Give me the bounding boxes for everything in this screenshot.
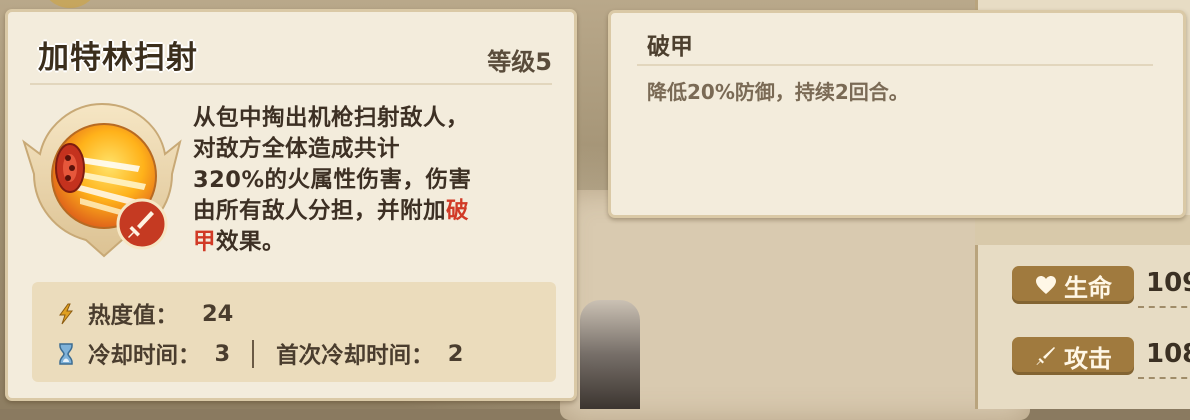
first-cooldown-label: 首次冷却时间：: [276, 343, 434, 369]
description-line: 对敌方全体造成共计: [193, 136, 401, 162]
heart-icon: [1036, 276, 1056, 294]
description-line: 320%的火属性伤害，伤害: [193, 167, 472, 193]
stat-hp-chip: 生命: [1012, 266, 1134, 304]
stat-atk: 攻击 108: [1012, 337, 1190, 379]
heat-value: 24: [202, 301, 234, 327]
stats-separator: [252, 340, 255, 368]
stat-atk-value: 108: [1146, 339, 1190, 369]
stat-atk-chip: 攻击: [1012, 337, 1134, 375]
sword-badge-icon: [116, 198, 168, 250]
description-line: 甲效果。: [193, 227, 563, 258]
description-text: 由所有敌人分担，并附加: [193, 198, 447, 224]
background-character: [580, 300, 640, 409]
armor-break-keyword[interactable]: 甲: [193, 229, 216, 255]
tooltip-text: 降低20%防御，持续2回合。: [647, 80, 909, 104]
cooldown-row: 冷却时间： 3 首次冷却时间： 2: [54, 339, 463, 369]
stat-divider: [1138, 306, 1190, 308]
skill-description: 从包中掏出机枪扫射敌人， 对敌方全体造成共计 320%的火属性伤害，伤害 由所有…: [193, 103, 563, 258]
cooldown-label: 冷却时间：: [88, 343, 201, 369]
sword-icon: [1036, 347, 1055, 365]
tooltip-title: 破甲: [647, 34, 693, 60]
stat-divider: [1138, 377, 1190, 379]
skill-detail-card: 加特林扫射 等级5 从包中掏出机枪扫射敌人， 对敌方全体造成共计 320%的火属…: [5, 9, 577, 401]
cooldown-value: 3: [214, 341, 231, 367]
stat-hp-value: 109: [1146, 268, 1190, 298]
hourglass-icon: [59, 343, 73, 365]
tooltip-divider: [637, 64, 1153, 66]
skill-name: 加特林扫射: [38, 40, 198, 76]
skill-stats-box: 热度值： 24 冷却时间： 3 首次冷却时间： 2: [32, 282, 556, 382]
skill-level: 等级5: [487, 48, 552, 76]
keyword-tooltip: 破甲 降低20%防御，持续2回合。: [608, 10, 1186, 218]
description-line: 从包中掏出机枪扫射敌人，: [193, 105, 470, 131]
heat-flame-icon: [59, 303, 74, 325]
info-panel-strip: [975, 215, 1190, 245]
title-divider: [30, 83, 552, 85]
stat-hp-label: 生命: [1064, 273, 1112, 302]
description-line: 由所有敌人分担，并附加破: [193, 196, 563, 227]
stat-hp: 生命 109: [1012, 266, 1190, 308]
heat-label: 热度值：: [88, 303, 179, 329]
armor-break-keyword[interactable]: 破: [446, 198, 469, 224]
first-cooldown-value: 2: [447, 341, 464, 367]
description-text: 效果。: [216, 229, 286, 255]
stat-atk-label: 攻击: [1064, 344, 1112, 373]
heat-row: 热度值： 24: [54, 299, 233, 329]
